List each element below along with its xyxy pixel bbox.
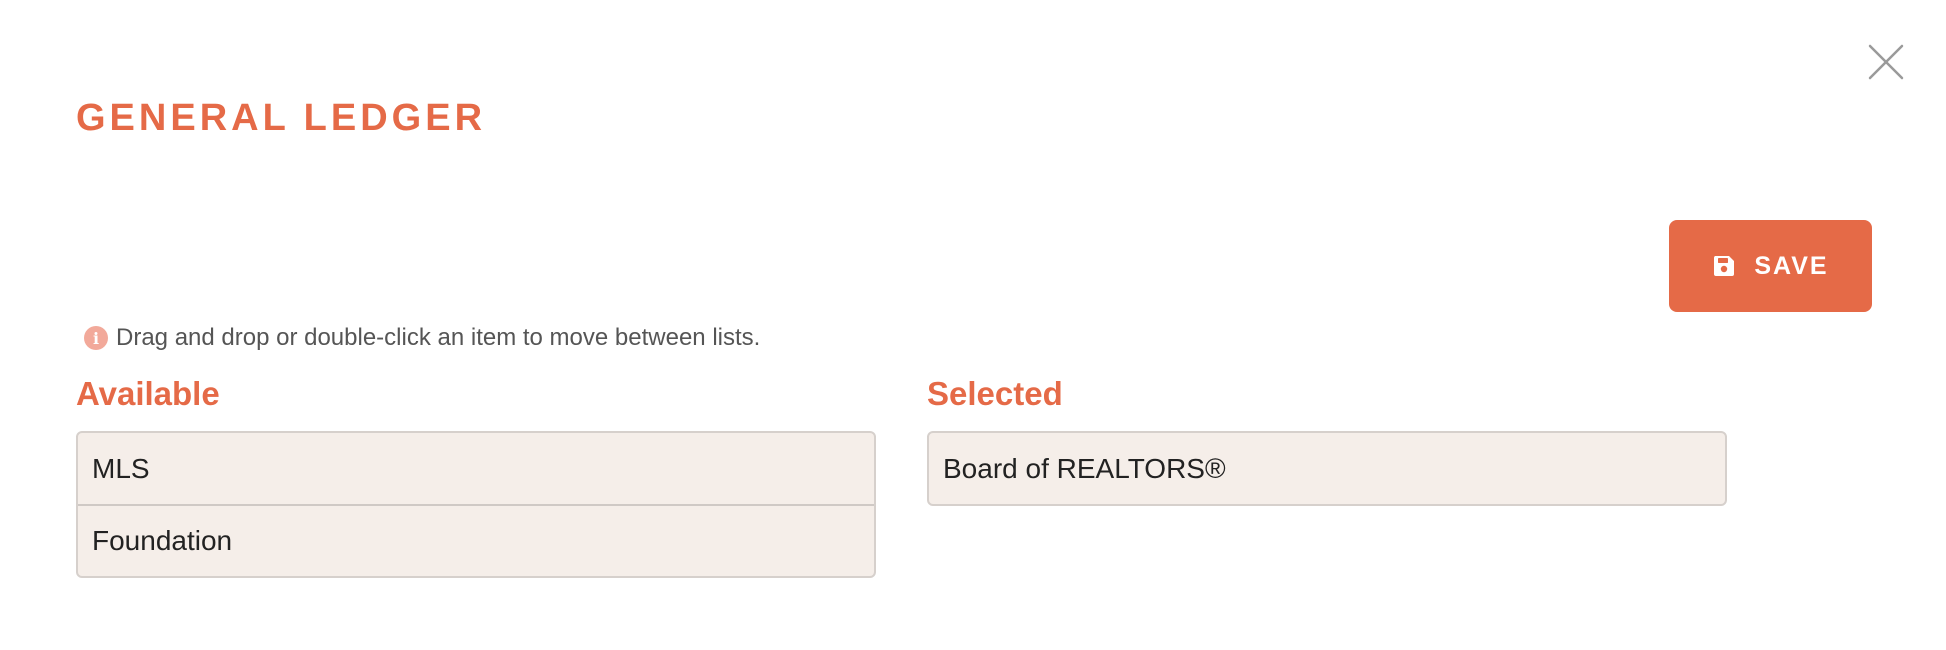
list-item[interactable]: Foundation (78, 504, 874, 576)
close-icon (1868, 44, 1904, 80)
list-item[interactable]: MLS (78, 433, 874, 504)
info-icon: i (84, 326, 108, 350)
selected-list[interactable]: Board of REALTORS® (927, 431, 1727, 506)
close-button[interactable] (1866, 42, 1906, 82)
save-button-label: SAVE (1754, 251, 1829, 280)
available-list[interactable]: MLS Foundation (76, 431, 876, 578)
selected-heading: Selected (927, 375, 1063, 412)
available-heading: Available (76, 375, 220, 412)
save-button[interactable]: SAVE (1669, 220, 1872, 312)
hint-text: Drag and drop or double-click an item to… (116, 324, 761, 351)
page-title: GENERAL LEDGER (76, 97, 487, 139)
drag-drop-hint: i Drag and drop or double-click an item … (84, 322, 760, 354)
floppy-disk-icon (1714, 256, 1735, 276)
general-ledger-modal: GENERAL LEDGER SAVE i Drag and drop or d… (0, 0, 1946, 650)
list-item[interactable]: Board of REALTORS® (929, 433, 1725, 504)
